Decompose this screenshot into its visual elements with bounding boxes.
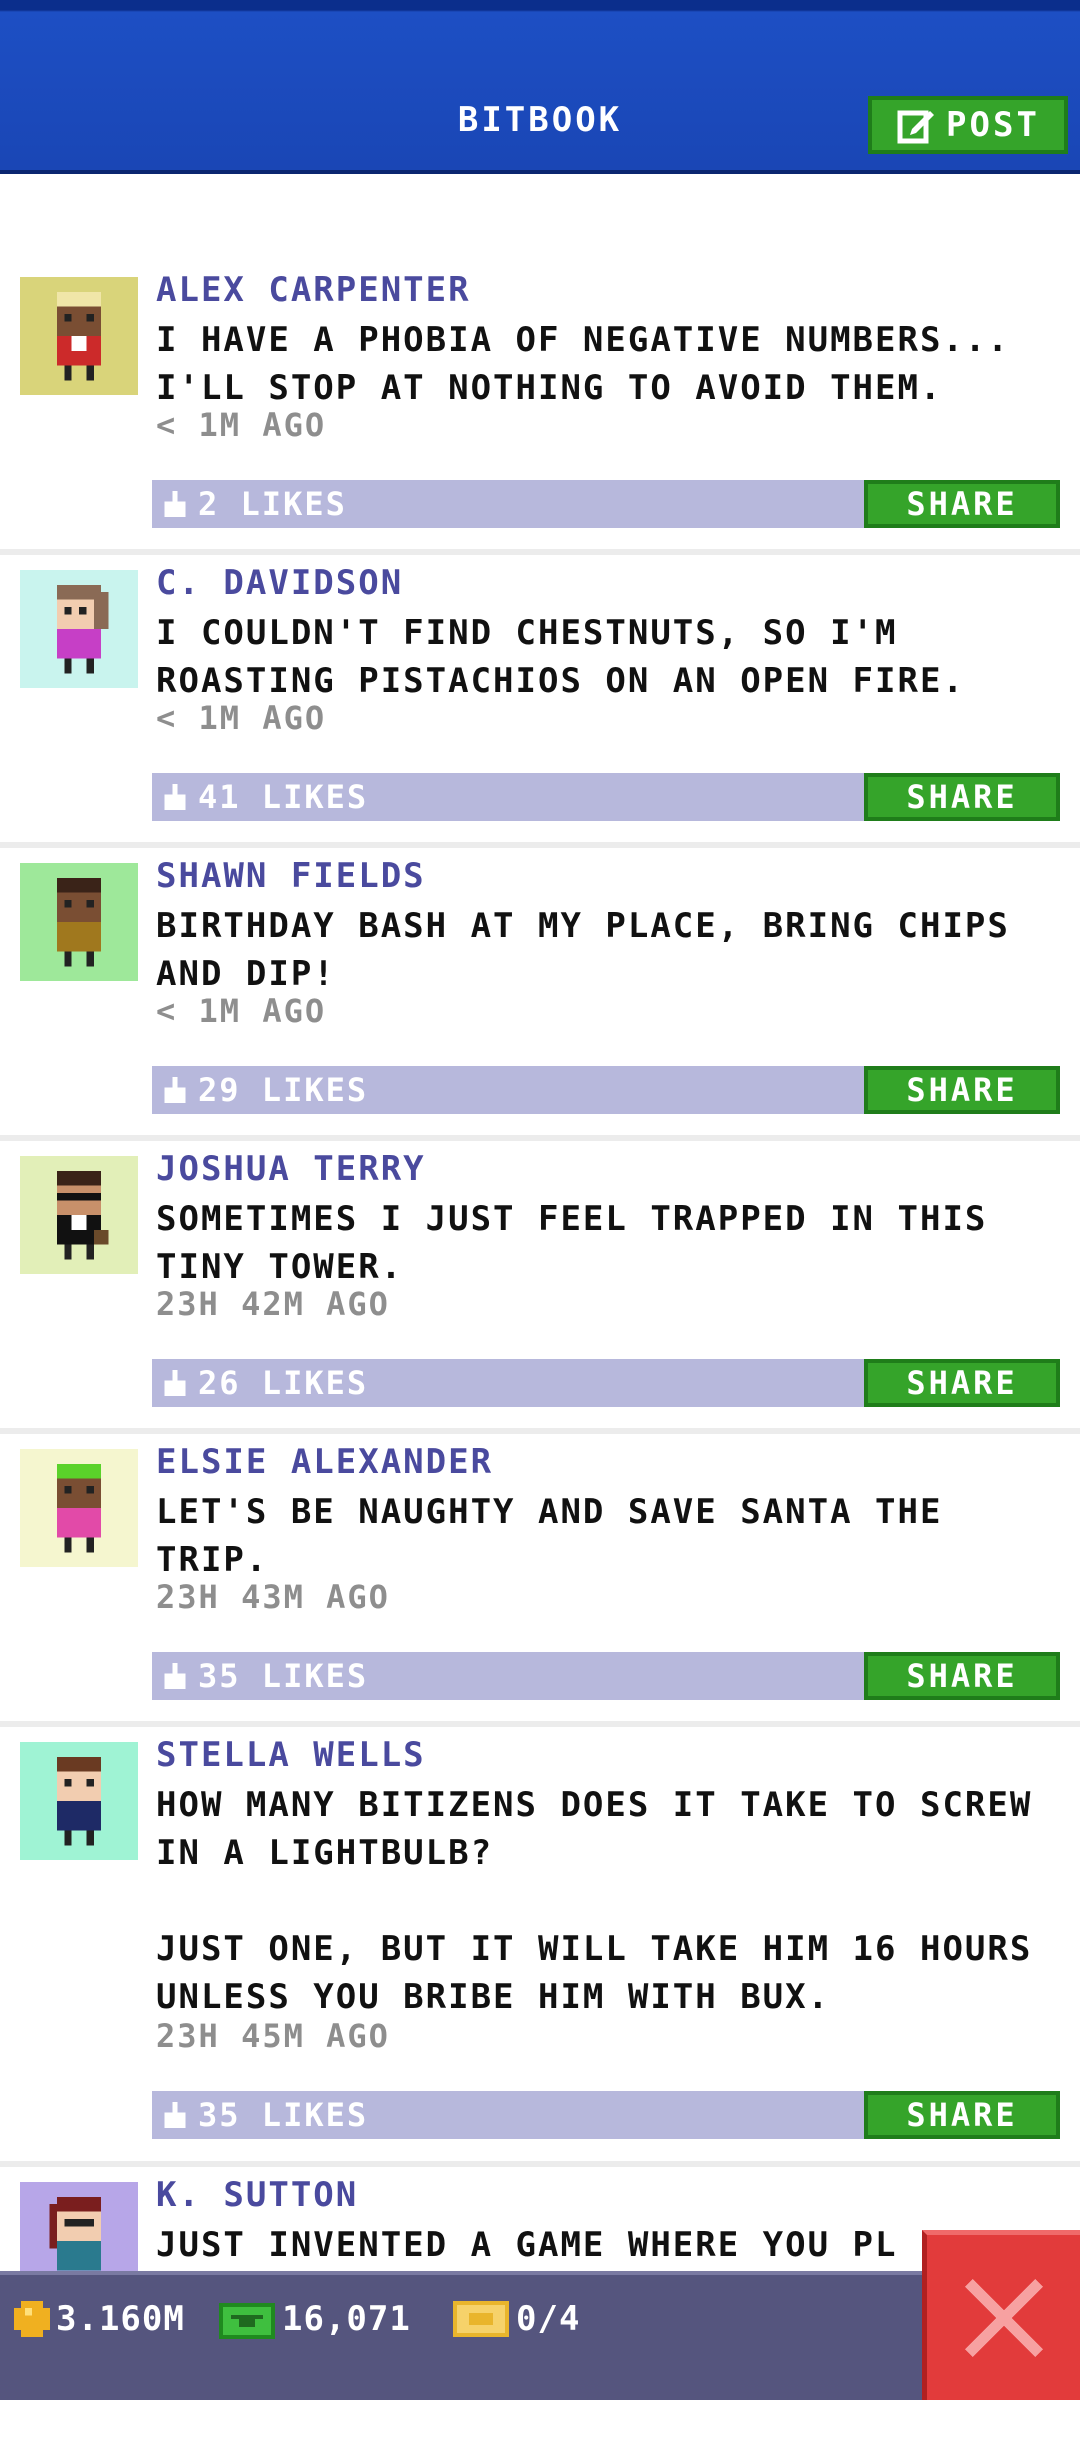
post-actions: 2 LIKES SHARE (152, 480, 1060, 528)
thumbs-up-icon (164, 784, 186, 810)
share-button[interactable]: SHARE (864, 480, 1060, 528)
feed-post: STELLA WELLS HOW MANY BITIZENS DOES IT T… (0, 1727, 1080, 2167)
post-author: K. SUTTON (156, 2175, 359, 2215)
post-message: BIRTHDAY BASH AT MY PLACE, BRING CHIPS A… (156, 906, 1010, 994)
coin-icon (14, 2301, 50, 2337)
post-time: < 1M AGO (156, 699, 327, 737)
header-bar: BITBOOK POST (0, 0, 1080, 174)
like-count: 29 LIKES (198, 1071, 369, 1109)
post-author: STELLA WELLS (156, 1735, 426, 1775)
post-time: < 1M AGO (156, 406, 327, 444)
currency-bar: 3.160M 16,071 0/4 (0, 2271, 1080, 2400)
ticket-icon (453, 2301, 509, 2337)
post-time: < 1M AGO (156, 992, 327, 1030)
post-actions: 35 LIKES SHARE (152, 2091, 1060, 2139)
tickets-value: 0/4 (516, 2299, 581, 2339)
like-button[interactable]: 35 LIKES (152, 1652, 368, 1700)
edit-icon (897, 110, 935, 144)
post-message: LET'S BE NAUGHTY AND SAVE SANTA THE TRIP… (156, 1492, 943, 1580)
post-author: SHAWN FIELDS (156, 856, 426, 896)
like-button[interactable]: 35 LIKES (152, 2091, 368, 2139)
post-author: ELSIE ALEXANDER (156, 1442, 494, 1482)
feed-list[interactable]: ALEX CARPENTER I HAVE A PHOBIA OF NEGATI… (0, 262, 1080, 2460)
share-button[interactable]: SHARE (864, 1359, 1060, 1407)
like-count: 2 LIKES (198, 485, 347, 523)
coins-counter: 3.160M (14, 2299, 185, 2339)
like-count: 35 LIKES (198, 1657, 369, 1695)
bux-counter: 16,071 (218, 2299, 411, 2339)
share-button[interactable]: SHARE (864, 1066, 1060, 1114)
like-button[interactable]: 29 LIKES (152, 1066, 368, 1114)
feed-post: ALEX CARPENTER I HAVE A PHOBIA OF NEGATI… (0, 262, 1080, 555)
post-button[interactable]: POST (868, 96, 1068, 154)
like-button[interactable]: 2 LIKES (152, 480, 347, 528)
post-author: C. DAVIDSON (156, 563, 404, 603)
thumbs-up-icon (164, 2102, 186, 2128)
post-message: SOMETIMES I JUST FEEL TRAPPED IN THIS TI… (156, 1199, 988, 1287)
post-author: ALEX CARPENTER (156, 270, 471, 310)
post-button-label: POST (946, 105, 1040, 145)
thumbs-up-icon (164, 1663, 186, 1689)
post-time: 23H 42M AGO (156, 1285, 390, 1323)
thumbs-up-icon (164, 1370, 186, 1396)
coins-value: 3.160M (56, 2299, 185, 2339)
feed-post: SHAWN FIELDS BIRTHDAY BASH AT MY PLACE, … (0, 848, 1080, 1141)
avatar[interactable] (20, 1156, 138, 1274)
like-count: 41 LIKES (198, 778, 369, 816)
avatar[interactable] (20, 1742, 138, 1860)
like-count: 35 LIKES (198, 2096, 369, 2134)
like-count: 26 LIKES (198, 1364, 369, 1402)
post-actions: 41 LIKES SHARE (152, 773, 1060, 821)
tickets-counter: 0/4 (452, 2299, 580, 2339)
post-time: 23H 43M AGO (156, 1578, 390, 1616)
feed-post: C. DAVIDSON I COULDN'T FIND CHESTNUTS, S… (0, 555, 1080, 848)
post-actions: 35 LIKES SHARE (152, 1652, 1060, 1700)
post-actions: 29 LIKES SHARE (152, 1066, 1060, 1114)
post-time: 23H 45M AGO (156, 2017, 390, 2055)
thumbs-up-icon (164, 1077, 186, 1103)
avatar[interactable] (20, 277, 138, 395)
like-button[interactable]: 41 LIKES (152, 773, 368, 821)
close-button[interactable] (922, 2230, 1080, 2400)
avatar[interactable] (20, 570, 138, 688)
post-message: HOW MANY BITIZENS DOES IT TAKE TO SCREW … (156, 1785, 1033, 2017)
share-button[interactable]: SHARE (864, 1652, 1060, 1700)
bux-value: 16,071 (282, 2299, 411, 2339)
avatar[interactable] (20, 1449, 138, 1567)
post-message: I HAVE A PHOBIA OF NEGATIVE NUMBERS... I… (156, 320, 1010, 408)
feed-post: ELSIE ALEXANDER LET'S BE NAUGHTY AND SAV… (0, 1434, 1080, 1727)
thumbs-up-icon (164, 491, 186, 517)
close-icon (964, 2278, 1043, 2357)
avatar[interactable] (20, 863, 138, 981)
share-button[interactable]: SHARE (864, 2091, 1060, 2139)
share-button[interactable]: SHARE (864, 773, 1060, 821)
post-actions: 26 LIKES SHARE (152, 1359, 1060, 1407)
bux-icon (219, 2303, 275, 2339)
like-button[interactable]: 26 LIKES (152, 1359, 368, 1407)
post-author: JOSHUA TERRY (156, 1149, 426, 1189)
feed-post: JOSHUA TERRY SOMETIMES I JUST FEEL TRAPP… (0, 1141, 1080, 1434)
post-message: I COULDN'T FIND CHESTNUTS, SO I'M ROASTI… (156, 613, 965, 701)
